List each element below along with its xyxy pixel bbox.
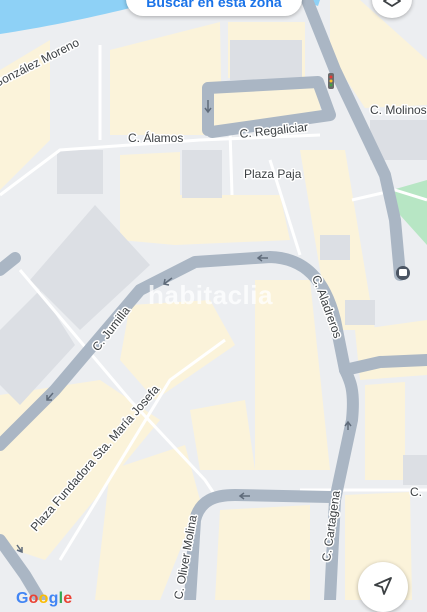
google-logo-text: Google (16, 590, 73, 607)
bus-stop-icon[interactable] (396, 266, 410, 280)
street-label-plaza-paja: Plaza Paja (244, 167, 302, 181)
street-label-alamos: C. Álamos (128, 130, 183, 145)
habitaclia-watermark: habitaclia (148, 280, 273, 310)
water-area (0, 0, 130, 34)
traffic-light-icon (328, 73, 334, 89)
google-logo: Google (16, 590, 72, 608)
search-this-area-label: Buscar en esta zona (146, 0, 282, 10)
street-label-right-edge: C. (410, 485, 422, 499)
map-canvas[interactable]: C. González Moreno C. Álamos C. Regalici… (0, 0, 427, 600)
layers-icon (383, 0, 401, 14)
search-this-area-button[interactable]: Buscar en esta zona (126, 0, 302, 16)
my-location-button[interactable] (358, 562, 408, 612)
navigation-arrow-icon (373, 576, 393, 601)
street-label-molinos: C. Molinos (370, 103, 427, 117)
